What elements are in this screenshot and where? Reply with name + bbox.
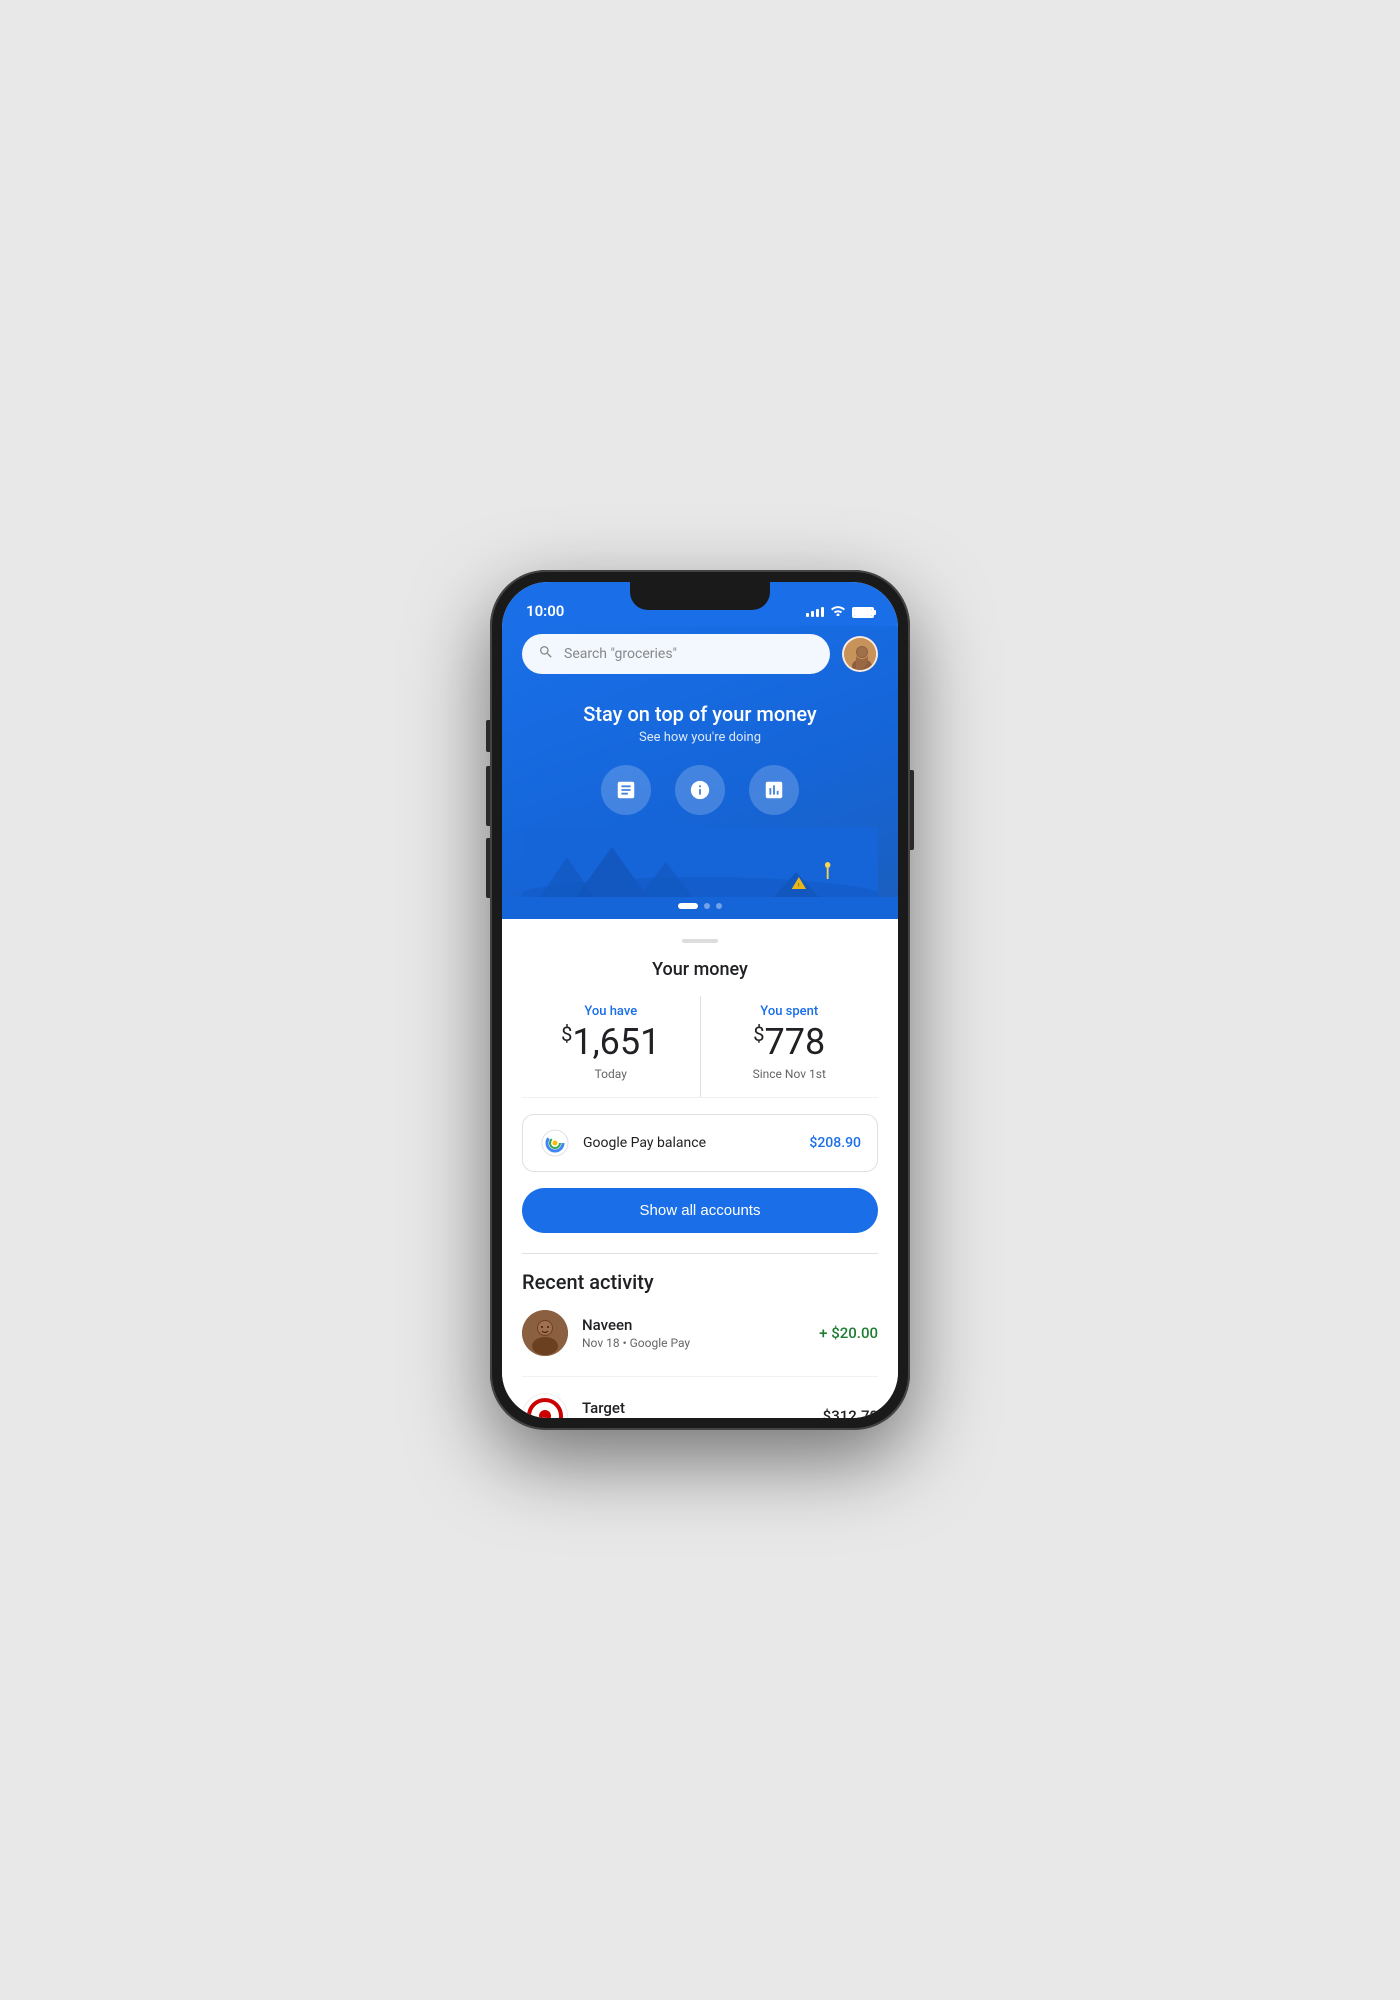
phone-frame: 10:00 (490, 570, 910, 1430)
action-icons-row (522, 765, 878, 815)
carousel-dots (502, 897, 898, 919)
dot-3 (716, 903, 722, 909)
you-have-currency: $ (561, 1022, 572, 1046)
you-spent-currency: $ (753, 1022, 764, 1046)
volume-down-button (486, 838, 490, 898)
drag-handle (682, 939, 718, 943)
naveen-amount: + $20.00 (819, 1324, 878, 1342)
target-name: Target (582, 1399, 809, 1417)
status-time: 10:00 (526, 602, 564, 620)
show-all-accounts-button[interactable]: Show all accounts (522, 1188, 878, 1233)
hero-illustration: ! (522, 827, 878, 897)
phone-screen: 10:00 (502, 582, 898, 1418)
search-bar[interactable]: Search "groceries" (522, 634, 830, 674)
you-spent-col: You spent $778 Since Nov 1st (701, 996, 879, 1097)
wifi-icon (830, 604, 846, 620)
you-spent-amount: $778 (713, 1023, 867, 1063)
target-avatar (522, 1393, 568, 1418)
hero-title: Stay on top of your money (522, 702, 878, 726)
money-row: You have $1,651 Today You spent $778 Sin… (522, 996, 878, 1098)
you-spent-period: Since Nov 1st (713, 1067, 867, 1081)
balance-amount: $208.90 (809, 1135, 861, 1151)
insights-hero-button[interactable] (675, 765, 725, 815)
you-have-col: You have $1,651 Today (522, 996, 701, 1097)
avatar[interactable] (842, 636, 878, 672)
your-money-title: Your money (522, 959, 878, 980)
power-button (910, 770, 914, 850)
volume-silent-button (486, 720, 490, 752)
search-placeholder: Search "groceries" (564, 646, 814, 662)
target-amount: $312.70 (823, 1407, 878, 1418)
search-row: Search "groceries" (522, 634, 878, 674)
hero-section: Stay on top of your money See how you're… (522, 694, 878, 897)
you-have-period: Today (534, 1067, 688, 1081)
dot-1 (678, 903, 698, 909)
activity-item[interactable]: Target Oct 29 $312.70 (522, 1393, 878, 1418)
naveen-name: Naveen (582, 1316, 805, 1334)
you-have-amount: $1,651 (534, 1023, 688, 1063)
you-have-label: You have (534, 1004, 688, 1019)
naveen-detail: Nov 18 • Google Pay (582, 1336, 805, 1350)
google-pay-logo (539, 1127, 571, 1159)
status-icons (806, 604, 874, 620)
you-spent-label: You spent (713, 1004, 867, 1019)
target-info: Target Oct 29 (582, 1399, 809, 1418)
analytics-button[interactable] (749, 765, 799, 815)
balance-label: Google Pay balance (583, 1135, 797, 1151)
section-divider (522, 1253, 878, 1254)
svg-text:!: ! (798, 883, 799, 889)
google-pay-balance-card[interactable]: Google Pay balance $208.90 (522, 1114, 878, 1172)
recent-activity-title: Recent activity (522, 1270, 878, 1294)
header-blue: Search "groceries" (502, 626, 898, 897)
notch (630, 582, 770, 610)
dot-2 (704, 903, 710, 909)
activity-divider (522, 1376, 878, 1377)
battery-icon (852, 607, 874, 618)
volume-up-button (486, 766, 490, 826)
naveen-info: Naveen Nov 18 • Google Pay (582, 1316, 805, 1350)
signal-icon (806, 607, 824, 617)
content-area: Your money You have $1,651 Today You spe… (502, 919, 898, 1418)
search-icon (538, 644, 554, 664)
hero-subtitle: See how you're doing (522, 730, 878, 745)
naveen-avatar (522, 1310, 568, 1356)
activity-item[interactable]: Naveen Nov 18 • Google Pay + $20.00 (522, 1310, 878, 1372)
transactions-button[interactable] (601, 765, 651, 815)
